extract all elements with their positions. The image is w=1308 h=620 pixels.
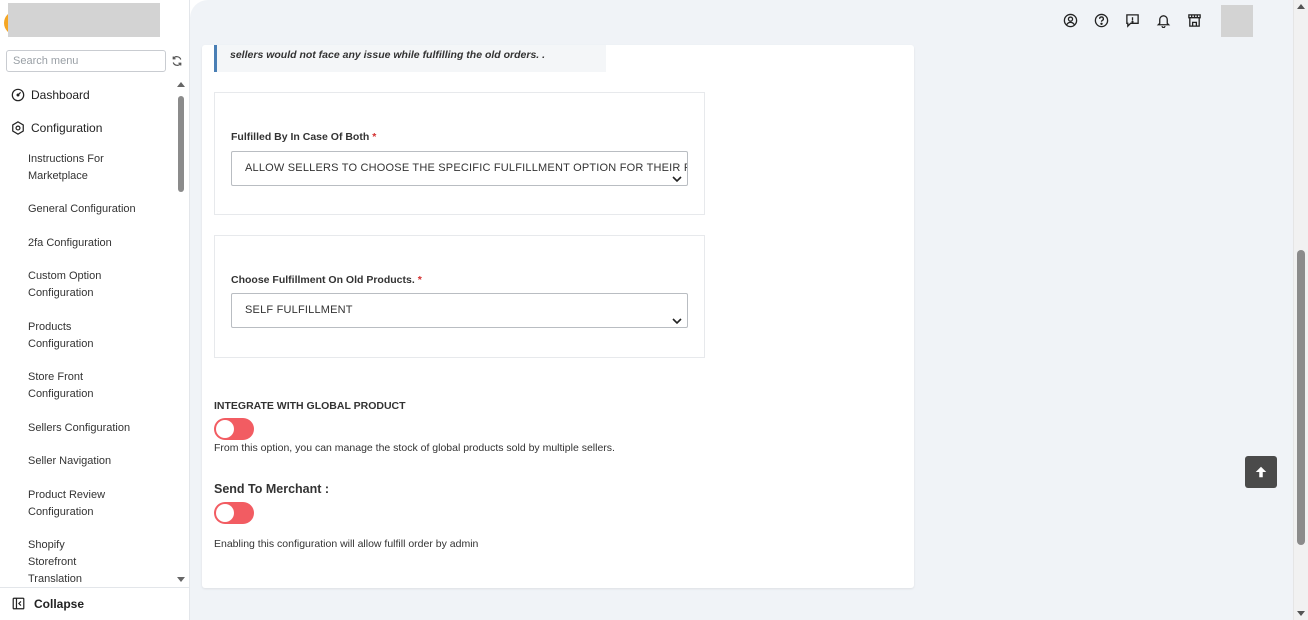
arrow-up-icon — [1255, 466, 1267, 478]
search-menu-input[interactable] — [6, 50, 166, 72]
collapse-sidebar-icon — [12, 597, 26, 611]
global-product-helper: From this option, you can manage the sto… — [214, 442, 615, 454]
sidebar-subitem-instructions[interactable]: Instructions For Marketplace — [0, 151, 110, 185]
main-area: sellers would not face any issue while f… — [190, 0, 1293, 620]
settings-card: sellers would not face any issue while f… — [202, 45, 914, 588]
store-icon[interactable] — [1187, 13, 1203, 29]
sidebar-subitem-products[interactable]: Products Configuration — [0, 319, 110, 353]
sidebar-menu: Dashboard Configuration Instructions For… — [0, 82, 176, 584]
sidebar-item-dashboard[interactable]: Dashboard — [0, 82, 176, 108]
chevron-down-icon — [672, 306, 682, 325]
window-scroll-thumb[interactable] — [1297, 250, 1305, 545]
old-products-label: Choose Fulfillment On Old Products. * — [231, 274, 422, 286]
sidebar-scroll-thumb[interactable] — [178, 96, 184, 192]
sidebar-item-label: Dashboard — [31, 88, 90, 102]
sidebar-subitem-2fa-configuration[interactable]: 2fa Configuration — [0, 235, 176, 252]
scroll-up-icon[interactable] — [1297, 4, 1305, 9]
sidebar-subitem-custom-option[interactable]: Custom Option Configuration — [0, 268, 110, 302]
fulfilled-by-select[interactable]: ALLOW SELLERS TO CHOOSE THE SPECIFIC FUL… — [231, 151, 688, 186]
global-product-toggle[interactable] — [214, 418, 254, 440]
toggle-knob — [216, 504, 234, 522]
scroll-down-icon[interactable] — [1297, 611, 1305, 616]
bell-icon[interactable] — [1156, 13, 1172, 29]
global-product-title: INTEGRATE WITH GLOBAL PRODUCT — [214, 400, 406, 412]
topbar-actions — [1063, 5, 1253, 37]
send-to-merchant-toggle[interactable] — [214, 502, 254, 524]
collapse-button[interactable]: Collapse — [0, 587, 190, 620]
user-circle-icon[interactable] — [1063, 13, 1079, 29]
fulfilled-by-label: Fulfilled By In Case Of Both * — [231, 131, 376, 143]
info-note: sellers would not face any issue while f… — [214, 45, 606, 72]
refresh-icon[interactable] — [171, 54, 185, 68]
old-products-select[interactable]: SELF FULFILLMENT — [231, 293, 688, 328]
collapse-label: Collapse — [34, 597, 85, 611]
fulfilled-by-box: Fulfilled By In Case Of Both * ALLOW SEL… — [214, 92, 705, 215]
old-products-value: SELF FULFILLMENT — [245, 304, 353, 316]
sidebar-subitem-seller-navigation[interactable]: Seller Navigation — [0, 453, 176, 470]
help-circle-icon[interactable] — [1094, 13, 1110, 29]
sidebar-subitem-store-front[interactable]: Store Front Configuration — [0, 369, 110, 403]
logo-image — [8, 3, 160, 37]
hexagon-gear-icon — [11, 121, 25, 135]
sidebar-subitem-product-review[interactable]: Product Review Configuration — [0, 487, 110, 521]
logo[interactable] — [4, 3, 160, 37]
required-mark: * — [417, 274, 422, 286]
scroll-down-icon[interactable] — [177, 577, 185, 582]
old-products-label-text: Choose Fulfillment On Old Products. — [231, 274, 415, 286]
sidebar-item-label: Configuration — [31, 121, 103, 135]
fulfilled-by-label-text: Fulfilled By In Case Of Both — [231, 131, 370, 143]
chevron-down-icon — [672, 164, 682, 183]
send-to-merchant-title: Send To Merchant : — [214, 482, 330, 496]
fulfilled-by-value: ALLOW SELLERS TO CHOOSE THE SPECIFIC FUL… — [245, 162, 688, 174]
sidebar-scrollbar[interactable] — [176, 82, 186, 584]
sidebar-item-configuration[interactable]: Configuration — [0, 115, 176, 141]
toggle-knob — [216, 420, 234, 438]
sidebar-subitem-shopify-storefront[interactable]: Shopify Storefront Translation — [0, 537, 110, 584]
required-mark: * — [372, 131, 377, 143]
back-to-top-button[interactable] — [1245, 456, 1277, 488]
sidebar-subitem-sellers-configuration[interactable]: Sellers Configuration — [0, 420, 176, 437]
avatar[interactable] — [1221, 5, 1253, 37]
search-row — [6, 50, 186, 72]
feedback-icon[interactable] — [1125, 13, 1141, 29]
sidebar-subitem-general-configuration[interactable]: General Configuration — [0, 201, 176, 218]
dashboard-icon — [11, 88, 25, 102]
old-products-box: Choose Fulfillment On Old Products. * SE… — [214, 235, 705, 358]
window-scrollbar[interactable] — [1293, 0, 1308, 620]
scroll-up-icon[interactable] — [177, 82, 185, 87]
sidebar: Dashboard Configuration Instructions For… — [0, 0, 190, 620]
send-to-merchant-helper: Enabling this configuration will allow f… — [214, 538, 479, 550]
